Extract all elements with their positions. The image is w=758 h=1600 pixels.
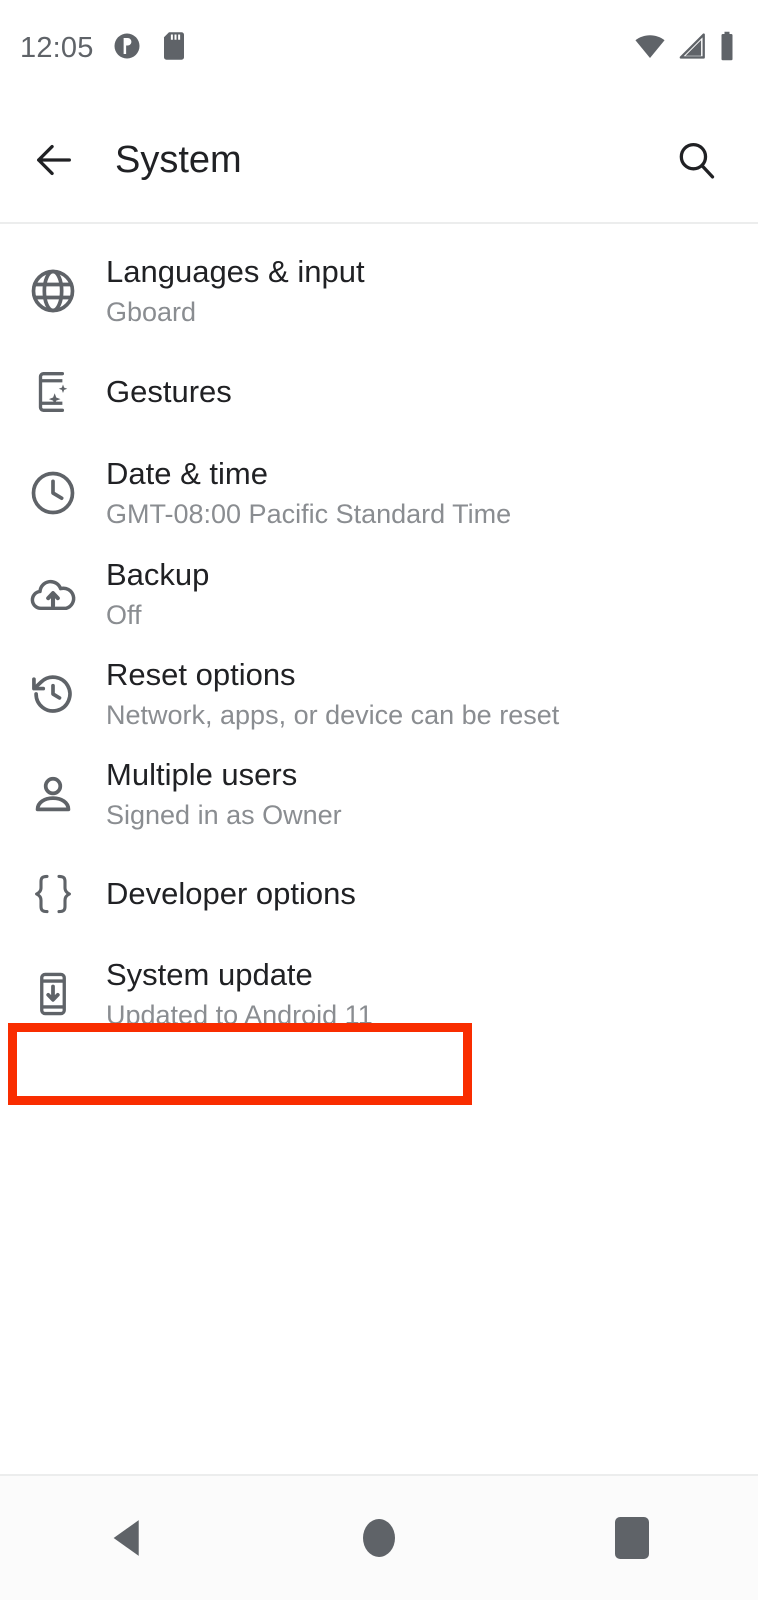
- list-item-text: System update Updated to Android 11: [106, 957, 373, 1032]
- triangle-back-icon: [113, 1520, 140, 1556]
- list-item-reset-options[interactable]: Reset options Network, apps, or device c…: [0, 644, 758, 744]
- globe-icon: [0, 265, 106, 317]
- list-item-subtitle: GMT-08:00 Pacific Standard Time: [106, 499, 512, 530]
- history-restore-icon: [0, 668, 106, 720]
- curly-braces-icon: [0, 868, 106, 920]
- cloud-upload-icon: [0, 568, 106, 620]
- list-item-gestures[interactable]: Gestures: [0, 342, 758, 442]
- list-item-title: System update: [106, 956, 313, 992]
- list-item-text: Developer options: [106, 876, 356, 913]
- page-title: System: [115, 139, 242, 181]
- arrow-left-icon: [37, 144, 71, 176]
- list-item-text: Reset options Network, apps, or device c…: [106, 657, 559, 732]
- square-recents-icon: [614, 1517, 649, 1559]
- list-item-title: Multiple users: [106, 756, 298, 792]
- search-button[interactable]: [668, 132, 724, 188]
- list-item-text: Backup Off: [106, 557, 209, 632]
- list-item-multiple-users[interactable]: Multiple users Signed in as Owner: [0, 744, 758, 844]
- list-item-subtitle: Updated to Android 11: [106, 1000, 373, 1031]
- status-bar: 12:05: [0, 0, 758, 96]
- nav-recents-button[interactable]: [505, 1476, 758, 1600]
- phone-download-icon: [0, 969, 106, 1019]
- list-item-title: Languages & input: [106, 253, 365, 289]
- nav-back-button[interactable]: [0, 1476, 253, 1600]
- app-bar: System: [0, 96, 758, 224]
- list-item-subtitle: Gboard: [106, 297, 197, 328]
- list-item-developer-options[interactable]: Developer options: [0, 844, 758, 944]
- search-icon: [679, 142, 715, 179]
- list-item-text: Languages & input Gboard: [106, 254, 365, 329]
- list-item-backup[interactable]: Backup Off: [0, 544, 758, 644]
- status-bar-right: [634, 31, 736, 66]
- status-bar-left: 12:05: [20, 31, 188, 66]
- list-item-title: Developer options: [106, 875, 356, 911]
- list-item-title: Reset options: [106, 656, 296, 692]
- settings-list: Languages & input Gboard Gestures Date &…: [0, 224, 758, 1044]
- list-item-subtitle: Off: [106, 600, 142, 631]
- phone-gesture-icon: [0, 367, 106, 417]
- list-item-text: Date & time GMT-08:00 Pacific Standard T…: [106, 456, 511, 531]
- list-item-title: Backup: [106, 556, 210, 592]
- list-item-title: Date & time: [106, 455, 268, 491]
- battery-full-icon: [718, 31, 736, 66]
- list-item-text: Gestures: [106, 374, 232, 411]
- status-time: 12:05: [20, 31, 94, 64]
- list-item-subtitle: Network, apps, or device can be reset: [106, 700, 560, 731]
- list-item-text: Multiple users Signed in as Owner: [106, 757, 342, 832]
- back-button[interactable]: [26, 132, 82, 188]
- list-item-system-update[interactable]: System update Updated to Android 11: [0, 944, 758, 1044]
- nav-home-button[interactable]: [253, 1476, 506, 1600]
- list-item-title: Gestures: [106, 373, 232, 409]
- circle-home-icon: [363, 1519, 395, 1557]
- list-item-languages-input[interactable]: Languages & input Gboard: [0, 240, 758, 342]
- cellular-signal-icon: [677, 32, 707, 64]
- list-item-date-time[interactable]: Date & time GMT-08:00 Pacific Standard T…: [0, 442, 758, 544]
- list-item-subtitle: Signed in as Owner: [106, 800, 342, 831]
- wifi-icon: [634, 33, 666, 64]
- notification-badge-icon: [112, 31, 142, 66]
- clock-icon: [0, 467, 106, 519]
- navigation-bar: [0, 1474, 758, 1600]
- sd-card-icon: [160, 31, 188, 66]
- person-icon: [0, 769, 106, 819]
